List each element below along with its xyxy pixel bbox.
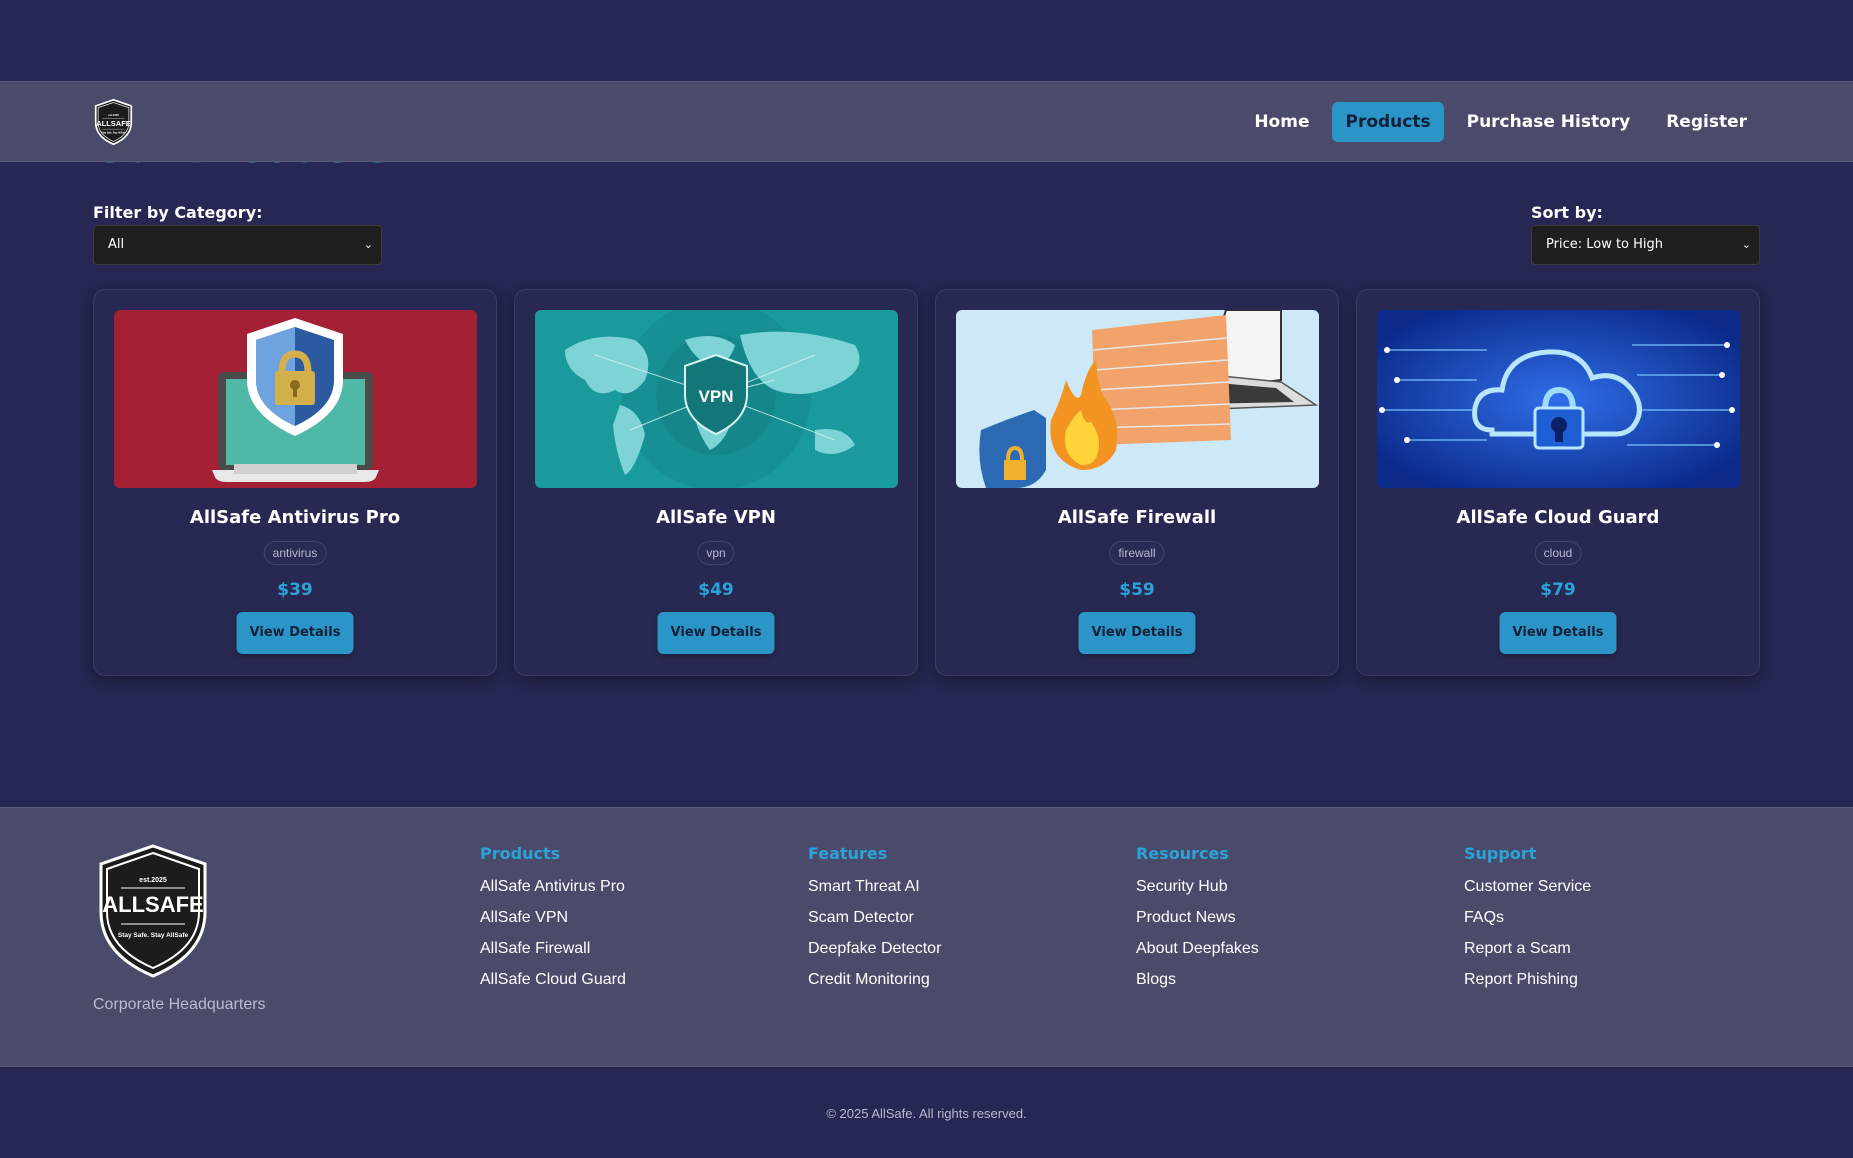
product-price: $59 bbox=[1119, 580, 1155, 600]
nav-products[interactable]: Products bbox=[1332, 102, 1444, 142]
logo-est-text: est.2025 bbox=[139, 877, 167, 884]
nav-home[interactable]: Home bbox=[1241, 102, 1322, 142]
category-badge: antivirus bbox=[263, 541, 327, 565]
product-card: VPN AllSafe VPN vpn $49 View Details bbox=[514, 289, 918, 676]
chevron-down-icon: ⌄ bbox=[363, 238, 373, 251]
sort-select[interactable]: Price: Low to High ⌄ bbox=[1531, 225, 1760, 265]
category-badge: vpn bbox=[697, 541, 735, 565]
product-price: $49 bbox=[698, 580, 734, 600]
product-name: AllSafe Antivirus Pro bbox=[189, 507, 401, 528]
footer-column-title: Support bbox=[1464, 844, 1537, 863]
footer-link[interactable]: FAQs bbox=[1464, 908, 1591, 927]
allsafe-logo-icon[interactable]: est.2025 ALLSAFE Stay Safe. Stay AllSafe bbox=[93, 98, 134, 146]
footer-link[interactable]: Blogs bbox=[1136, 970, 1259, 989]
logo-tagline-text: Stay Safe. Stay AllSafe bbox=[118, 932, 189, 939]
footer-link[interactable]: AllSafe Antivirus Pro bbox=[480, 877, 626, 896]
footer-link[interactable]: Security Hub bbox=[1136, 877, 1259, 896]
sort-value: Price: Low to High bbox=[1546, 237, 1664, 252]
footer-column-support: Support Customer Service FAQs Report a S… bbox=[1464, 844, 1591, 1001]
main-nav: Home Products Purchase History Register bbox=[1241, 102, 1760, 142]
footer-link[interactable]: Report Phishing bbox=[1464, 970, 1591, 989]
product-price: $39 bbox=[277, 580, 313, 600]
product-name: AllSafe Firewall bbox=[1057, 507, 1217, 528]
footer-link[interactable]: Customer Service bbox=[1464, 877, 1591, 896]
product-card: AllSafe Firewall firewall $59 View Detai… bbox=[935, 289, 1339, 676]
chevron-down-icon: ⌄ bbox=[1741, 238, 1751, 251]
view-details-button[interactable]: View Details bbox=[1499, 612, 1617, 654]
nav-purchase-history[interactable]: Purchase History bbox=[1454, 102, 1644, 142]
site-footer: est.2025 ALLSAFE Stay Safe. Stay AllSafe… bbox=[0, 807, 1853, 1067]
view-details-button[interactable]: View Details bbox=[657, 612, 775, 654]
sort-label: Sort by: bbox=[1531, 203, 1603, 222]
category-badge: firewall bbox=[1109, 541, 1165, 565]
footer-link[interactable]: About Deepfakes bbox=[1136, 939, 1259, 958]
nav-register[interactable]: Register bbox=[1653, 102, 1760, 142]
footer-link[interactable]: Report a Scam bbox=[1464, 939, 1591, 958]
footer-link[interactable]: AllSafe Cloud Guard bbox=[480, 970, 626, 989]
product-image bbox=[1377, 310, 1740, 488]
copyright-text: © 2025 AllSafe. All rights reserved. bbox=[826, 1106, 1027, 1121]
laptop-shield-lock-icon bbox=[114, 310, 477, 488]
firewall-icon bbox=[956, 310, 1319, 488]
corporate-hq-text: Corporate Headquarters bbox=[93, 996, 266, 1013]
footer-link[interactable]: Scam Detector bbox=[808, 908, 941, 927]
footer-column-title: Resources bbox=[1136, 844, 1229, 863]
product-name: AllSafe VPN bbox=[656, 507, 776, 528]
category-badge: cloud bbox=[1534, 541, 1582, 565]
logo-name-text: ALLSAFE bbox=[102, 892, 203, 917]
product-card: AllSafe Cloud Guard cloud $79 View Detai… bbox=[1356, 289, 1760, 676]
footer-column-title: Products bbox=[480, 844, 561, 863]
product-grid: AllSafe Antivirus Pro antivirus $39 View… bbox=[93, 289, 1760, 676]
category-filter-label: Filter by Category: bbox=[93, 203, 263, 222]
svg-text:ALLSAFE: ALLSAFE bbox=[96, 119, 131, 128]
footer-column-resources: Resources Security Hub Product News Abou… bbox=[1136, 844, 1259, 1001]
category-filter-value: All bbox=[108, 237, 125, 252]
view-details-button[interactable]: View Details bbox=[236, 612, 354, 654]
allsafe-badge-icon: est.2025 ALLSAFE Stay Safe. Stay AllSafe bbox=[99, 844, 207, 978]
footer-link[interactable]: Credit Monitoring bbox=[808, 970, 941, 989]
footer-link[interactable]: AllSafe VPN bbox=[480, 908, 626, 927]
footer-link[interactable]: Smart Threat AI bbox=[808, 877, 941, 896]
world-map-vpn-icon: VPN bbox=[535, 310, 898, 488]
product-image: VPN bbox=[535, 310, 898, 488]
product-image bbox=[114, 310, 477, 488]
footer-column-features: Features Smart Threat AI Scam Detector D… bbox=[808, 844, 941, 1001]
footer-column-title: Features bbox=[808, 844, 888, 863]
top-navigation-bar: est.2025 ALLSAFE Stay Safe. Stay AllSafe… bbox=[0, 81, 1853, 162]
footer-link[interactable]: Deepfake Detector bbox=[808, 939, 941, 958]
footer-column-products: Products AllSafe Antivirus Pro AllSafe V… bbox=[480, 844, 626, 1001]
product-name: AllSafe Cloud Guard bbox=[1456, 507, 1660, 528]
view-details-button[interactable]: View Details bbox=[1078, 612, 1196, 654]
category-filter-select[interactable]: All ⌄ bbox=[93, 225, 382, 265]
product-card: AllSafe Antivirus Pro antivirus $39 View… bbox=[93, 289, 497, 676]
footer-link[interactable]: AllSafe Firewall bbox=[480, 939, 626, 958]
footer-link[interactable]: Product News bbox=[1136, 908, 1259, 927]
svg-text:VPN: VPN bbox=[699, 387, 734, 406]
cloud-lock-icon bbox=[1377, 310, 1740, 488]
product-image bbox=[956, 310, 1319, 488]
product-price: $79 bbox=[1540, 580, 1576, 600]
